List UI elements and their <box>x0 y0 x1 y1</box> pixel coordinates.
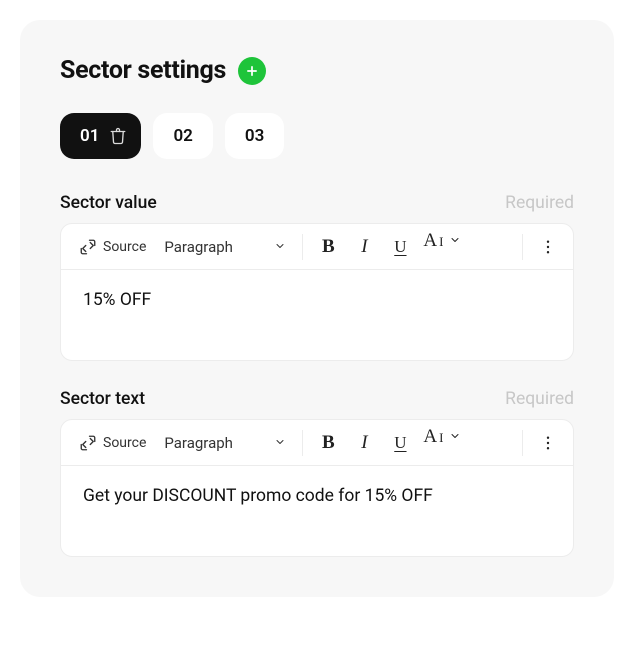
bold-button[interactable]: B <box>311 426 345 460</box>
add-sector-button[interactable] <box>238 57 266 85</box>
editor-toolbar: Source Paragraph B I U AI <box>61 224 573 270</box>
font-size-dropdown[interactable]: AI <box>419 426 465 460</box>
sector-value-editor: Source Paragraph B I U AI <box>60 223 574 361</box>
field-label: Sector text <box>60 389 145 409</box>
delete-sector-button[interactable] <box>109 127 127 145</box>
trash-icon <box>109 127 127 145</box>
underline-button[interactable]: U <box>383 426 417 460</box>
toolbar-separator <box>522 234 523 260</box>
sector-tab-03[interactable]: 03 <box>225 113 284 159</box>
required-badge: Required <box>505 389 574 409</box>
source-label: Source <box>103 239 146 255</box>
more-options-button[interactable] <box>531 426 565 460</box>
format-group: B I U AI <box>311 426 465 460</box>
sector-settings-panel: Sector settings 01 02 03 Sector value Re… <box>20 20 614 597</box>
panel-header: Sector settings <box>60 56 574 85</box>
paragraph-dropdown[interactable]: Paragraph <box>154 230 294 264</box>
sector-text-editor: Source Paragraph B I U AI <box>60 419 574 557</box>
sector-tab-01[interactable]: 01 <box>60 113 141 159</box>
tab-label: 02 <box>173 126 192 146</box>
toolbar-separator <box>302 430 303 456</box>
sector-value-input[interactable]: 15% OFF <box>61 270 573 360</box>
source-icon <box>79 434 97 452</box>
paragraph-dropdown[interactable]: Paragraph <box>154 426 294 460</box>
tab-label: 01 <box>80 126 99 146</box>
italic-button[interactable]: I <box>347 230 381 264</box>
more-options-button[interactable] <box>531 230 565 264</box>
font-size-dropdown[interactable]: AI <box>419 230 465 264</box>
source-label: Source <box>103 435 146 451</box>
sector-tabs: 01 02 03 <box>60 113 574 159</box>
sector-text-input[interactable]: Get your DISCOUNT promo code for 15% OFF <box>61 466 573 556</box>
panel-title: Sector settings <box>60 56 226 85</box>
required-badge: Required <box>505 193 574 213</box>
paragraph-label: Paragraph <box>164 434 233 452</box>
sector-value-field: Sector value Required Source Paragraph <box>60 193 574 361</box>
editor-toolbar: Source Paragraph B I U AI <box>61 420 573 466</box>
toolbar-separator <box>302 234 303 260</box>
underline-button[interactable]: U <box>383 230 417 264</box>
toolbar-separator <box>522 430 523 456</box>
italic-button[interactable]: I <box>347 426 381 460</box>
chevron-down-icon <box>449 230 461 251</box>
bold-button[interactable]: B <box>311 230 345 264</box>
chevron-down-icon <box>449 426 461 447</box>
plus-icon <box>245 64 259 78</box>
sector-text-field: Sector text Required Source Paragraph <box>60 389 574 557</box>
field-label: Sector value <box>60 193 157 213</box>
source-icon <box>79 238 97 256</box>
chevron-down-icon <box>274 434 286 452</box>
chevron-down-icon <box>274 238 286 256</box>
field-header: Sector value Required <box>60 193 574 213</box>
sector-tab-02[interactable]: 02 <box>153 113 212 159</box>
source-button[interactable]: Source <box>71 426 154 460</box>
tab-label: 03 <box>245 126 264 146</box>
kebab-icon <box>539 238 557 256</box>
format-group: B I U AI <box>311 230 465 264</box>
kebab-icon <box>539 434 557 452</box>
paragraph-label: Paragraph <box>164 238 233 256</box>
field-header: Sector text Required <box>60 389 574 409</box>
source-button[interactable]: Source <box>71 230 154 264</box>
